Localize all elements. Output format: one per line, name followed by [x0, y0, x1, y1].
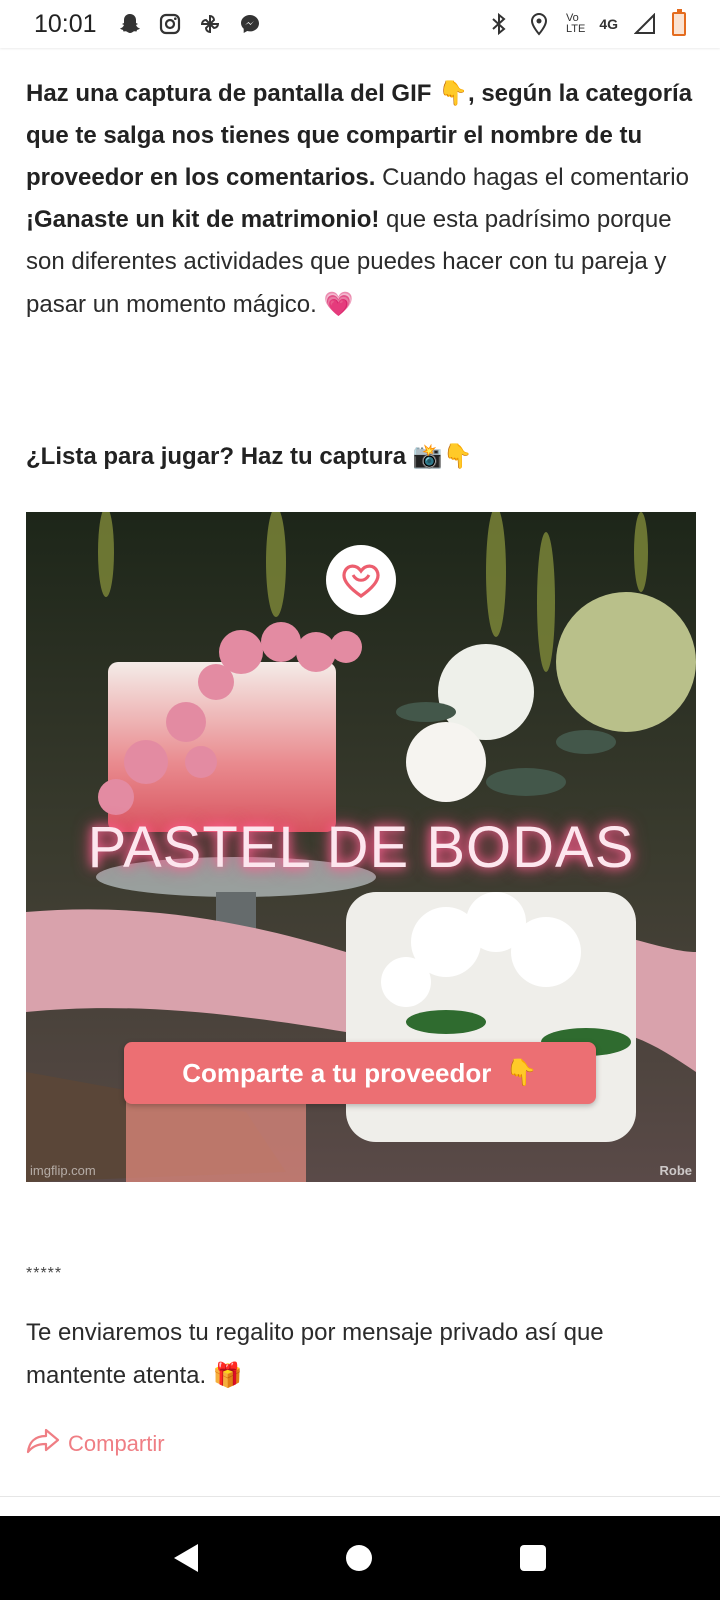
bold-text-1: Haz una captura de pantalla del GIF — [26, 80, 439, 107]
gif-title: PASTEL DE BODAS — [87, 815, 635, 880]
navigation-bar — [0, 1516, 720, 1600]
messenger-icon — [237, 11, 263, 37]
article-body: Haz una captura de pantalla del GIF 👇, s… — [26, 60, 696, 326]
share-link[interactable]: Compartir — [26, 1428, 165, 1460]
closing-text: Te enviaremos tu regalito por mensaje pr… — [26, 1319, 604, 1389]
intro-paragraph: Haz una captura de pantalla del GIF 👇, s… — [26, 72, 696, 326]
clock: 10:01 — [34, 9, 97, 38]
home-icon[interactable] — [346, 1545, 372, 1571]
share-supplier-label: Comparte a tu proveedor — [182, 1057, 492, 1088]
watermark-right: Robe — [659, 1163, 693, 1178]
volte-bottom: LTE — [565, 23, 586, 35]
heart-emoji: 💗 — [323, 290, 354, 318]
snapchat-icon — [117, 11, 143, 37]
bold-text-3: ¡Ganaste un kit de matrimonio! — [26, 206, 380, 233]
gift-emoji: 🎁 — [212, 1361, 243, 1389]
back-icon[interactable] — [174, 1544, 198, 1572]
share-icon — [26, 1428, 60, 1460]
instagram-icon — [157, 11, 183, 37]
status-bar-right: Vo LTE 4G — [486, 9, 686, 37]
share-supplier-button: Comparte a tu proveedor 👇 — [124, 1042, 596, 1104]
pointing-down-icon: 👇 — [505, 1058, 538, 1088]
wedding-cake-gif[interactable]: PASTEL DE BODAS Comparte a tu proveedor … — [26, 512, 696, 1182]
share-label: Compartir — [68, 1431, 165, 1456]
heading-text: ¿Lista para jugar? Haz tu captura — [26, 443, 413, 470]
separator-stars: ***** — [26, 1265, 63, 1282]
pointing-down-emoji: 👇 — [438, 79, 468, 107]
bluetooth-icon — [486, 11, 512, 37]
pinwheel-icon — [197, 11, 223, 37]
closing-paragraph: Te enviaremos tu regalito por mensaje pr… — [26, 1312, 706, 1397]
heart-logo-icon — [326, 545, 396, 615]
plain-text-1: Cuando hagas el comentario — [375, 164, 689, 191]
divider — [0, 1496, 720, 1497]
recent-apps-icon[interactable] — [520, 1545, 546, 1571]
volte-indicator: Vo LTE — [566, 13, 585, 35]
network-type: 4G — [599, 16, 618, 32]
watermark-left: imgflip.com — [30, 1163, 96, 1178]
status-bar: 10:01 Vo LTE 4G — [0, 0, 720, 48]
status-bar-left: 10:01 — [34, 10, 263, 39]
section-heading: ¿Lista para jugar? Haz tu captura 📸👇 — [26, 442, 473, 471]
battery-icon — [672, 9, 686, 36]
location-icon — [526, 11, 552, 37]
camera-pointing-emoji: 📸👇 — [412, 442, 473, 470]
signal-icon — [632, 11, 658, 37]
